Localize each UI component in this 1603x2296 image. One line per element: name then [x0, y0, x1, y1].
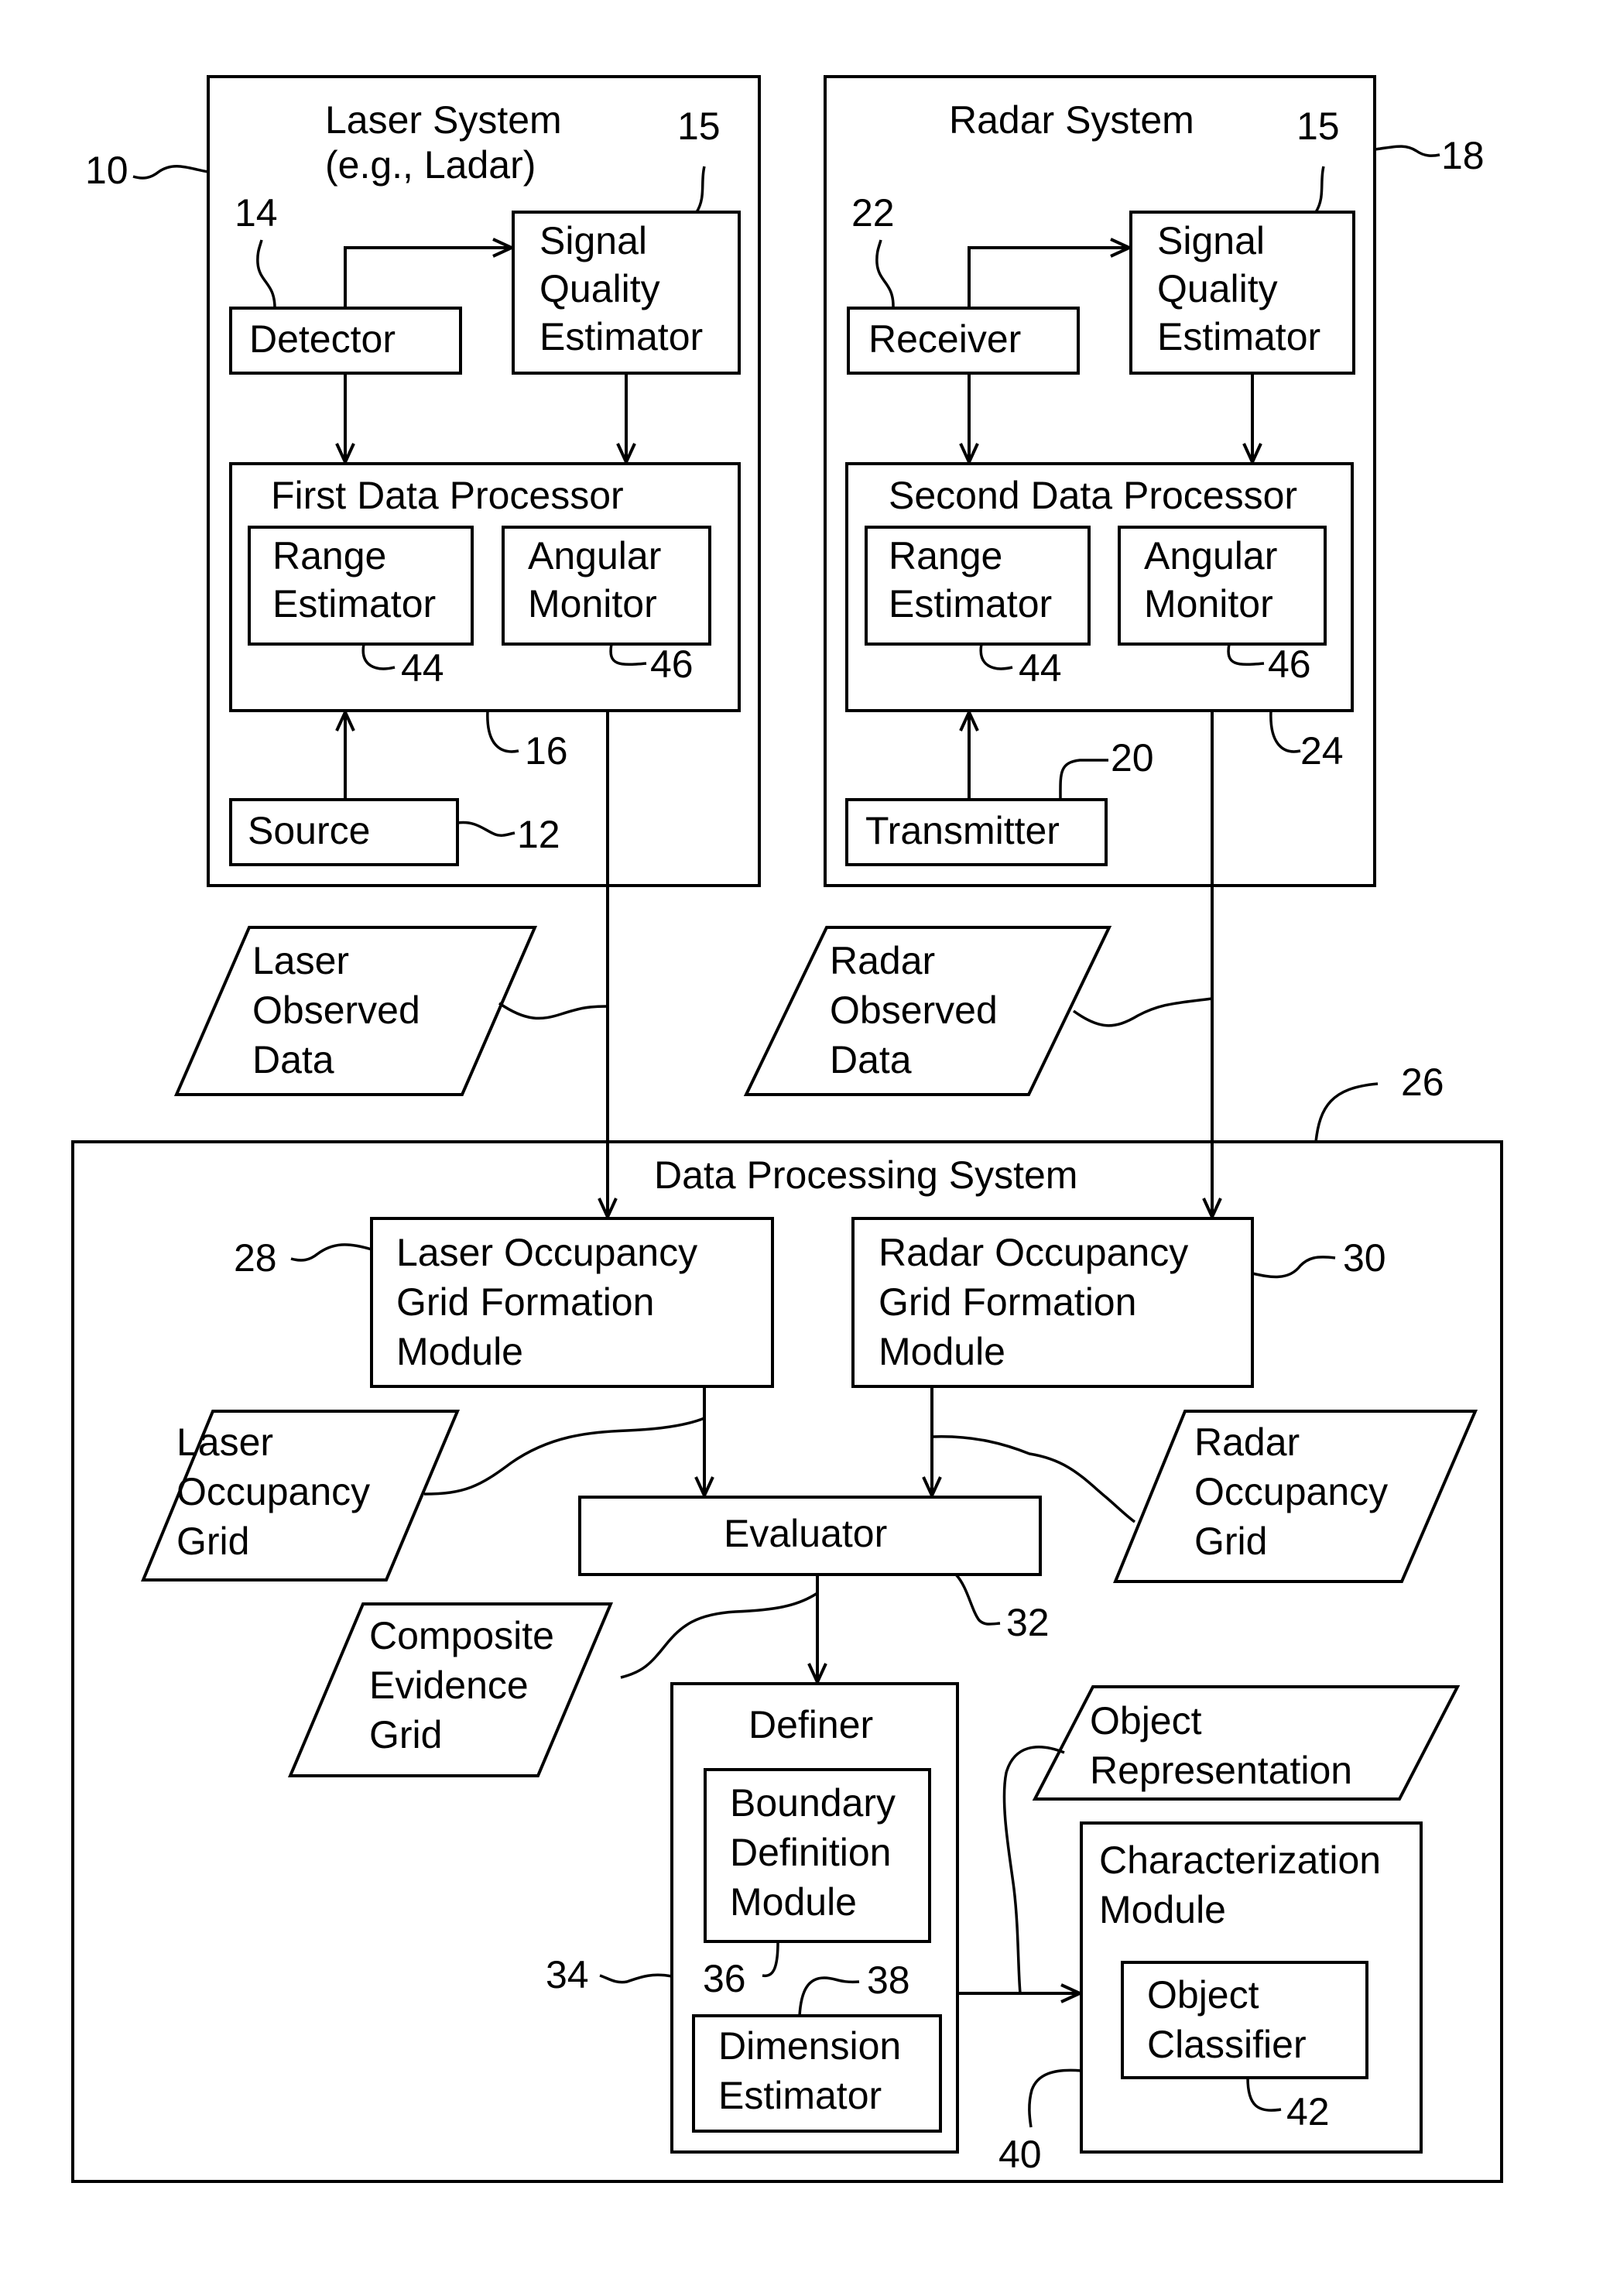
laser-observed-line2: Observed — [252, 989, 420, 1032]
laser-observed-line1: Laser — [252, 939, 349, 982]
laser-sqe-line1: Signal — [539, 219, 647, 262]
laser-occupancy-grid-line1: Laser — [176, 1420, 273, 1464]
radar-range-line2: Estimator — [889, 582, 1052, 625]
radar-observed-data: Radar Observed Data — [743, 926, 1213, 1096]
composite-evidence-grid-line1: Composite — [369, 1614, 554, 1657]
ref-leader-32 — [954, 1573, 1001, 1626]
composite-evidence-grid-leader — [620, 1592, 818, 1679]
ref-leader-26 — [1314, 1082, 1379, 1143]
radar-observed-line1: Radar — [830, 939, 935, 982]
radar-observed-line2: Observed — [830, 989, 998, 1032]
ref-44-laser: 44 — [401, 646, 444, 690]
object-classifier-line1: Object — [1147, 1973, 1259, 2017]
radar-angular-line1: Angular — [1144, 534, 1277, 577]
ref-15-laser: 15 — [677, 105, 721, 148]
ref-22: 22 — [851, 191, 895, 235]
radar-system: Radar System 18 Receiver 22 Signal Quali… — [824, 75, 1485, 887]
first-data-processor-label: First Data Processor — [271, 474, 624, 517]
ref-26: 26 — [1401, 1061, 1444, 1104]
radar-range-line1: Range — [889, 534, 1002, 577]
object-representation-line2: Representation — [1090, 1749, 1352, 1792]
laser-range-line2: Estimator — [272, 582, 436, 625]
radar-system-title: Radar System — [949, 98, 1194, 142]
ref-12: 12 — [517, 813, 560, 856]
ref-44-radar: 44 — [1019, 646, 1062, 690]
detector-label: Detector — [249, 317, 396, 361]
composite-evidence-grid-line2: Evidence — [369, 1664, 529, 1707]
ref-46-radar: 46 — [1268, 643, 1311, 686]
ref-18: 18 — [1441, 134, 1485, 177]
ref-42: 42 — [1286, 2090, 1330, 2133]
laser-occupancy-grid-leader — [423, 1417, 705, 1496]
laser-angular-line1: Angular — [528, 534, 661, 577]
radar-observed-line3: Data — [830, 1038, 912, 1081]
radar-occupancy-grid-line1: Radar — [1194, 1420, 1300, 1464]
laser-sqe-line3: Estimator — [539, 315, 703, 358]
laser-angular-line2: Monitor — [528, 582, 657, 625]
radar-sqe-line3: Estimator — [1157, 315, 1320, 358]
laser-sqe-line2: Quality — [539, 267, 660, 310]
ref-leader-40 — [1028, 2068, 1082, 2128]
boundary-module-line1: Boundary — [730, 1781, 896, 1825]
second-data-processor-label: Second Data Processor — [889, 474, 1297, 517]
composite-evidence-grid-line3: Grid — [369, 1713, 442, 1756]
data-processing-system-title: Data Processing System — [654, 1153, 1077, 1197]
source-label: Source — [248, 809, 370, 852]
system-block-diagram: Laser System (e.g., Ladar) 10 Detector 1… — [71, 75, 1503, 2183]
ref-32: 32 — [1006, 1601, 1050, 1644]
laser-range-line1: Range — [272, 534, 386, 577]
ref-36: 36 — [703, 1957, 746, 2000]
ref-15-radar: 15 — [1296, 105, 1340, 148]
dimension-estimator-line2: Estimator — [718, 2074, 882, 2117]
ref-40: 40 — [998, 2133, 1042, 2176]
characterization-module-line2: Module — [1099, 1888, 1226, 1931]
transmitter-label: Transmitter — [865, 809, 1060, 852]
radar-sqe-line2: Quality — [1157, 267, 1278, 310]
ref-20: 20 — [1111, 736, 1154, 780]
ref-28: 28 — [234, 1236, 277, 1280]
object-representation-line1: Object — [1090, 1699, 1202, 1743]
ref-leader-34 — [599, 1973, 673, 1984]
laser-grid-module-line3: Module — [396, 1330, 523, 1373]
ref-leader-10 — [132, 165, 209, 180]
ref-leader-18 — [1374, 145, 1440, 157]
laser-observed-leader — [498, 1002, 608, 1020]
radar-grid-module-line3: Module — [879, 1330, 1005, 1373]
laser-occupancy-grid-line2: Occupancy — [176, 1470, 370, 1513]
radar-sqe-line1: Signal — [1157, 219, 1265, 262]
ref-34: 34 — [546, 1953, 589, 1996]
object-classifier-line2: Classifier — [1147, 2023, 1307, 2066]
laser-system-title: Laser System — [325, 98, 562, 142]
laser-occupancy-grid-line3: Grid — [176, 1520, 249, 1563]
ref-38: 38 — [867, 1958, 910, 2002]
radar-occupancy-grid-line2: Occupancy — [1194, 1470, 1388, 1513]
ref-leader-30 — [1252, 1256, 1336, 1279]
ref-leader-28 — [290, 1243, 372, 1262]
characterization-module-line1: Characterization — [1099, 1839, 1381, 1882]
ref-14: 14 — [235, 191, 278, 235]
definer-label: Definer — [748, 1703, 873, 1746]
data-processing-system: Data Processing System 26 Laser Occupanc… — [71, 1061, 1503, 2183]
laser-grid-module-line1: Laser Occupancy — [396, 1231, 697, 1274]
radar-occupancy-grid-line3: Grid — [1194, 1520, 1267, 1563]
laser-observed-data: Laser Observed Data — [173, 926, 608, 1096]
ref-46-laser: 46 — [650, 643, 694, 686]
receiver-label: Receiver — [868, 317, 1021, 361]
ref-24: 24 — [1300, 729, 1344, 773]
boundary-module-line3: Module — [730, 1880, 857, 1924]
laser-system: Laser System (e.g., Ladar) 10 Detector 1… — [85, 75, 761, 887]
radar-angular-line2: Monitor — [1144, 582, 1273, 625]
laser-observed-line3: Data — [252, 1038, 334, 1081]
boundary-module-line2: Definition — [730, 1831, 891, 1874]
radar-observed-leader — [1072, 997, 1213, 1027]
ref-16: 16 — [525, 729, 568, 773]
laser-system-subtitle: (e.g., Ladar) — [325, 143, 536, 187]
laser-grid-module-line2: Grid Formation — [396, 1280, 654, 1324]
evaluator-label: Evaluator — [724, 1512, 887, 1555]
radar-grid-module-line1: Radar Occupancy — [879, 1231, 1188, 1274]
radar-grid-module-line2: Grid Formation — [879, 1280, 1136, 1324]
ref-10: 10 — [85, 149, 128, 192]
dimension-estimator-line1: Dimension — [718, 2024, 901, 2068]
ref-30: 30 — [1343, 1236, 1386, 1280]
